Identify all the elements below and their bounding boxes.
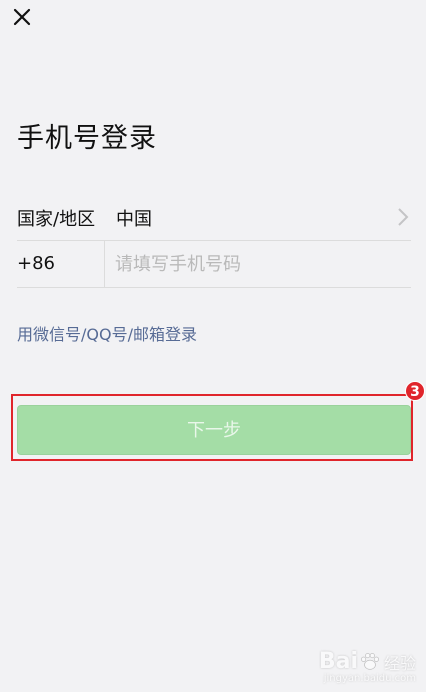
divider [104,241,105,287]
region-label: 国家/地区 [17,209,96,230]
phone-input[interactable] [115,249,395,279]
page-title: 手机号登录 [17,123,157,154]
region-row[interactable]: 国家/地区 中国 [17,195,411,241]
alt-login-link[interactable]: 用微信号/QQ号/邮箱登录 [17,321,197,345]
close-icon [13,8,31,26]
watermark: Bai 经验 jingyan.baidu.com [318,649,416,684]
watermark-brand-right: 经验 [383,653,416,673]
country-code[interactable]: +86 [17,253,55,274]
region-value: 中国 [116,209,152,230]
watermark-url: jingyan.baidu.com [323,673,416,684]
phone-row: +86 [17,241,411,288]
next-button[interactable]: 下一步 [17,405,411,455]
step-badge: 3 [405,381,425,401]
watermark-brand-left: Bai [318,649,358,674]
paw-icon [361,652,379,670]
close-button[interactable] [10,5,34,29]
chevron-right-icon [398,208,409,226]
